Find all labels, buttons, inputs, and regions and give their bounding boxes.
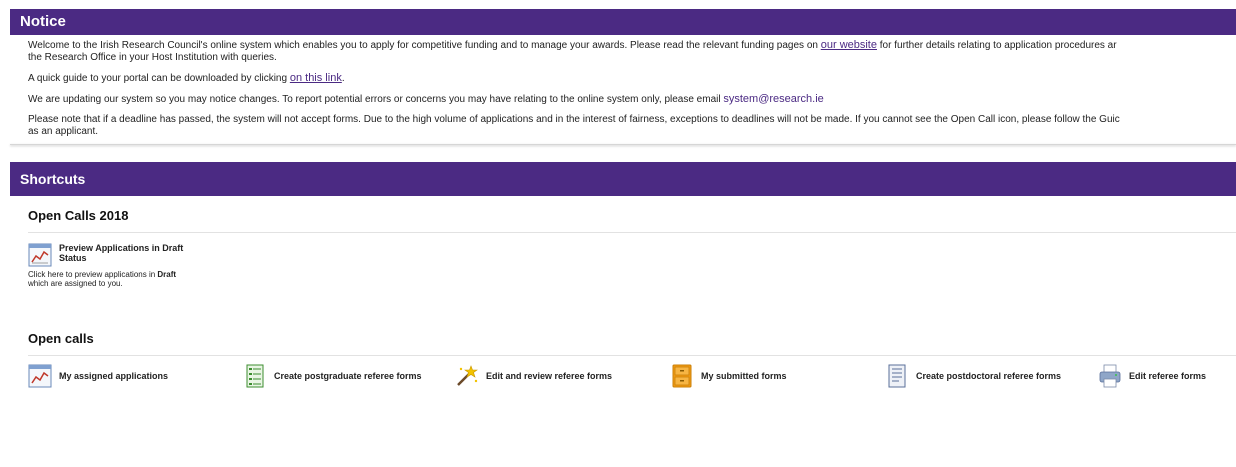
desc-bold: Draft	[157, 270, 177, 279]
notice-text: for further details relating to applicat…	[877, 40, 1117, 51]
create-postdoctoral-referee-forms-shortcut[interactable]: Create postdoctoral referee forms	[885, 364, 1061, 388]
magic-wand-icon	[457, 365, 478, 386]
shortcut-label: Create postgraduate referee forms	[274, 371, 422, 381]
panel-divider	[10, 144, 1236, 145]
notice-text: We are updating our system so you may no…	[28, 94, 724, 105]
preview-applications-description: Click here to preview applications in Dr…	[28, 270, 228, 288]
notice-text: .	[341, 73, 345, 84]
orange-cabinet-icon	[672, 364, 692, 388]
shortcuts-panel: Shortcuts Open Calls 2018 Preview Applic…	[10, 162, 1236, 396]
support-email-link[interactable]: system@research.ie	[723, 93, 823, 105]
preview-applications-shortcut[interactable]: Preview Applications in Draft Status Cli…	[28, 243, 228, 288]
shortcut-label: My assigned applications	[59, 371, 169, 381]
notice-paragraph-welcome: Welcome to the Irish Research Council's …	[28, 39, 1236, 64]
notice-text: A quick guide to your portal can be down…	[28, 73, 290, 84]
green-form-icon	[246, 364, 264, 388]
preview-applications-label: Preview Applications in Draft Status	[59, 243, 184, 263]
notice-panel: Notice Welcome to the Irish Research Cou…	[10, 9, 1236, 145]
desc-text: which are assigned to you.	[28, 279, 123, 288]
edit-and-review-referee-forms-shortcut[interactable]: Edit and review referee forms	[455, 364, 612, 388]
shortcut-label: Edit and review referee forms	[486, 371, 613, 381]
notice-header: Notice	[10, 9, 1236, 35]
desc-text: Click here to preview applications in	[28, 270, 158, 279]
notice-text: as an applicant.	[28, 126, 99, 137]
shortcut-label: My submitted forms	[701, 371, 787, 381]
page-container: Notice Welcome to the Irish Research Cou…	[10, 9, 1236, 396]
preview-applications-link[interactable]: Preview Applications in Draft Status	[28, 243, 228, 267]
shortcuts-header: Shortcuts	[10, 162, 1236, 196]
notice-text: the Research Office in your Host Institu…	[28, 52, 277, 63]
chart-report-icon	[28, 364, 52, 388]
printer-icon	[1099, 364, 1121, 388]
our-website-link[interactable]: our website	[821, 39, 877, 51]
my-submitted-forms-shortcut[interactable]: My submitted forms	[670, 364, 787, 388]
notice-body: Welcome to the Irish Research Council's …	[10, 35, 1236, 138]
my-assigned-applications-shortcut[interactable]: My assigned applications	[28, 364, 168, 388]
notice-paragraph-deadline: Please note that if a deadline has passe…	[28, 114, 1236, 138]
notice-paragraph-guide: A quick guide to your portal can be down…	[28, 72, 1236, 85]
notice-text: Please note that if a deadline has passe…	[28, 114, 1120, 125]
create-postgraduate-referee-forms-shortcut[interactable]: Create postgraduate referee forms	[243, 364, 422, 388]
shortcut-label: Edit referee forms	[1129, 371, 1207, 381]
guide-link[interactable]: on this link	[290, 72, 342, 84]
open-calls-title: Open calls	[28, 331, 94, 346]
open-calls-2018-title: Open Calls 2018	[28, 208, 129, 223]
chart-report-icon	[28, 243, 52, 267]
blue-form-icon	[888, 364, 906, 388]
shortcut-label: Create postdoctoral referee forms	[916, 371, 1062, 381]
notice-text: Welcome to the Irish Research Council's …	[28, 40, 821, 51]
open-calls-section: My assigned applications Create postgrad…	[10, 356, 1236, 396]
edit-referee-forms-shortcut[interactable]: Edit referee forms	[1098, 364, 1206, 388]
notice-paragraph-update: We are updating our system so you may no…	[28, 93, 1236, 106]
open-calls-2018-section: Preview Applications in Draft Status Cli…	[10, 233, 1236, 319]
